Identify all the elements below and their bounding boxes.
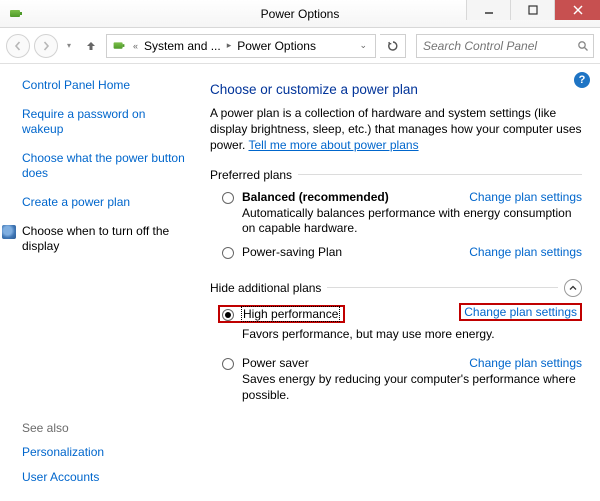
breadcrumb-seg[interactable]: Power Options [237,39,316,53]
sidebar-item-current[interactable]: Choose when to turn off the display [22,224,188,254]
address-dropdown[interactable]: ⌄ [355,40,371,51]
plan-high-performance: High performance Change plan settings [210,299,582,325]
maximize-button[interactable] [510,0,554,20]
search-box[interactable] [416,34,594,58]
titlebar: Power Options [0,0,600,28]
control-panel-home-link[interactable]: Control Panel Home [22,78,188,93]
search-input[interactable] [417,39,574,53]
sidebar: Control Panel Home Require a password on… [0,64,200,501]
plan-desc: Automatically balances performance with … [242,206,582,237]
plan-power-saver: Power saver Change plan settings Saves e… [210,350,582,405]
change-plan-settings-link[interactable]: Change plan settings [469,245,582,259]
radio-high-performance[interactable] [222,309,234,321]
chevron-right-icon: ▸ [225,40,234,51]
plan-balanced: Balanced (recommended) Change plan setti… [210,184,582,239]
close-button[interactable] [554,0,600,20]
change-plan-settings-link[interactable]: Change plan settings [459,305,582,319]
address-bar[interactable]: « System and ... ▸ Power Options ⌄ [106,34,376,58]
change-plan-settings-link[interactable]: Change plan settings [469,190,582,204]
back-button[interactable] [6,34,30,58]
main-panel: ? Choose or customize a power plan A pow… [200,64,600,501]
plan-name: High performance [242,307,339,321]
plan-desc: Favors performance, but may use more ene… [210,327,582,343]
see-also-link[interactable]: User Accounts [22,470,188,485]
plan-name: Power saver [242,356,309,370]
help-icon[interactable]: ? [574,72,590,88]
page-heading: Choose or customize a power plan [210,82,582,97]
up-button[interactable] [80,35,102,57]
radio-powersaving[interactable] [222,247,234,259]
plan-powersaving: Power-saving Plan Change plan settings [210,239,582,261]
see-also-link[interactable]: Personalization [22,445,188,460]
refresh-button[interactable] [380,34,406,58]
sidebar-item[interactable]: Choose what the power button does [22,151,188,181]
radio-balanced[interactable] [222,192,234,204]
change-plan-settings-link[interactable]: Change plan settings [469,356,582,370]
chevron-right-icon[interactable]: « [131,41,140,51]
additional-plans-toggle[interactable]: Hide additional plans [210,279,582,297]
plan-name: Power-saving Plan [242,245,342,259]
breadcrumb-seg[interactable]: System and ... [144,39,221,53]
learn-more-link[interactable]: Tell me more about power plans [248,138,418,152]
highlight-box: High performance [218,305,345,323]
plan-name: Balanced (recommended) [242,190,389,204]
plan-desc: Saves energy by reducing your computer's… [242,372,582,403]
app-icon [8,6,24,22]
radio-power-saver[interactable] [222,358,234,370]
search-icon[interactable] [574,40,593,52]
history-dropdown[interactable]: ▾ [62,41,76,50]
location-icon [112,38,126,52]
preferred-plans-label: Preferred plans [210,168,582,182]
see-also-label: See also [22,421,188,435]
page-description: A power plan is a collection of hardware… [210,105,582,154]
collapse-icon[interactable] [564,279,582,297]
forward-button[interactable] [34,34,58,58]
sidebar-item[interactable]: Require a password on wakeup [22,107,188,137]
minimize-button[interactable] [466,0,510,20]
sidebar-item[interactable]: Create a power plan [22,195,188,210]
navbar: ▾ « System and ... ▸ Power Options ⌄ [0,28,600,64]
